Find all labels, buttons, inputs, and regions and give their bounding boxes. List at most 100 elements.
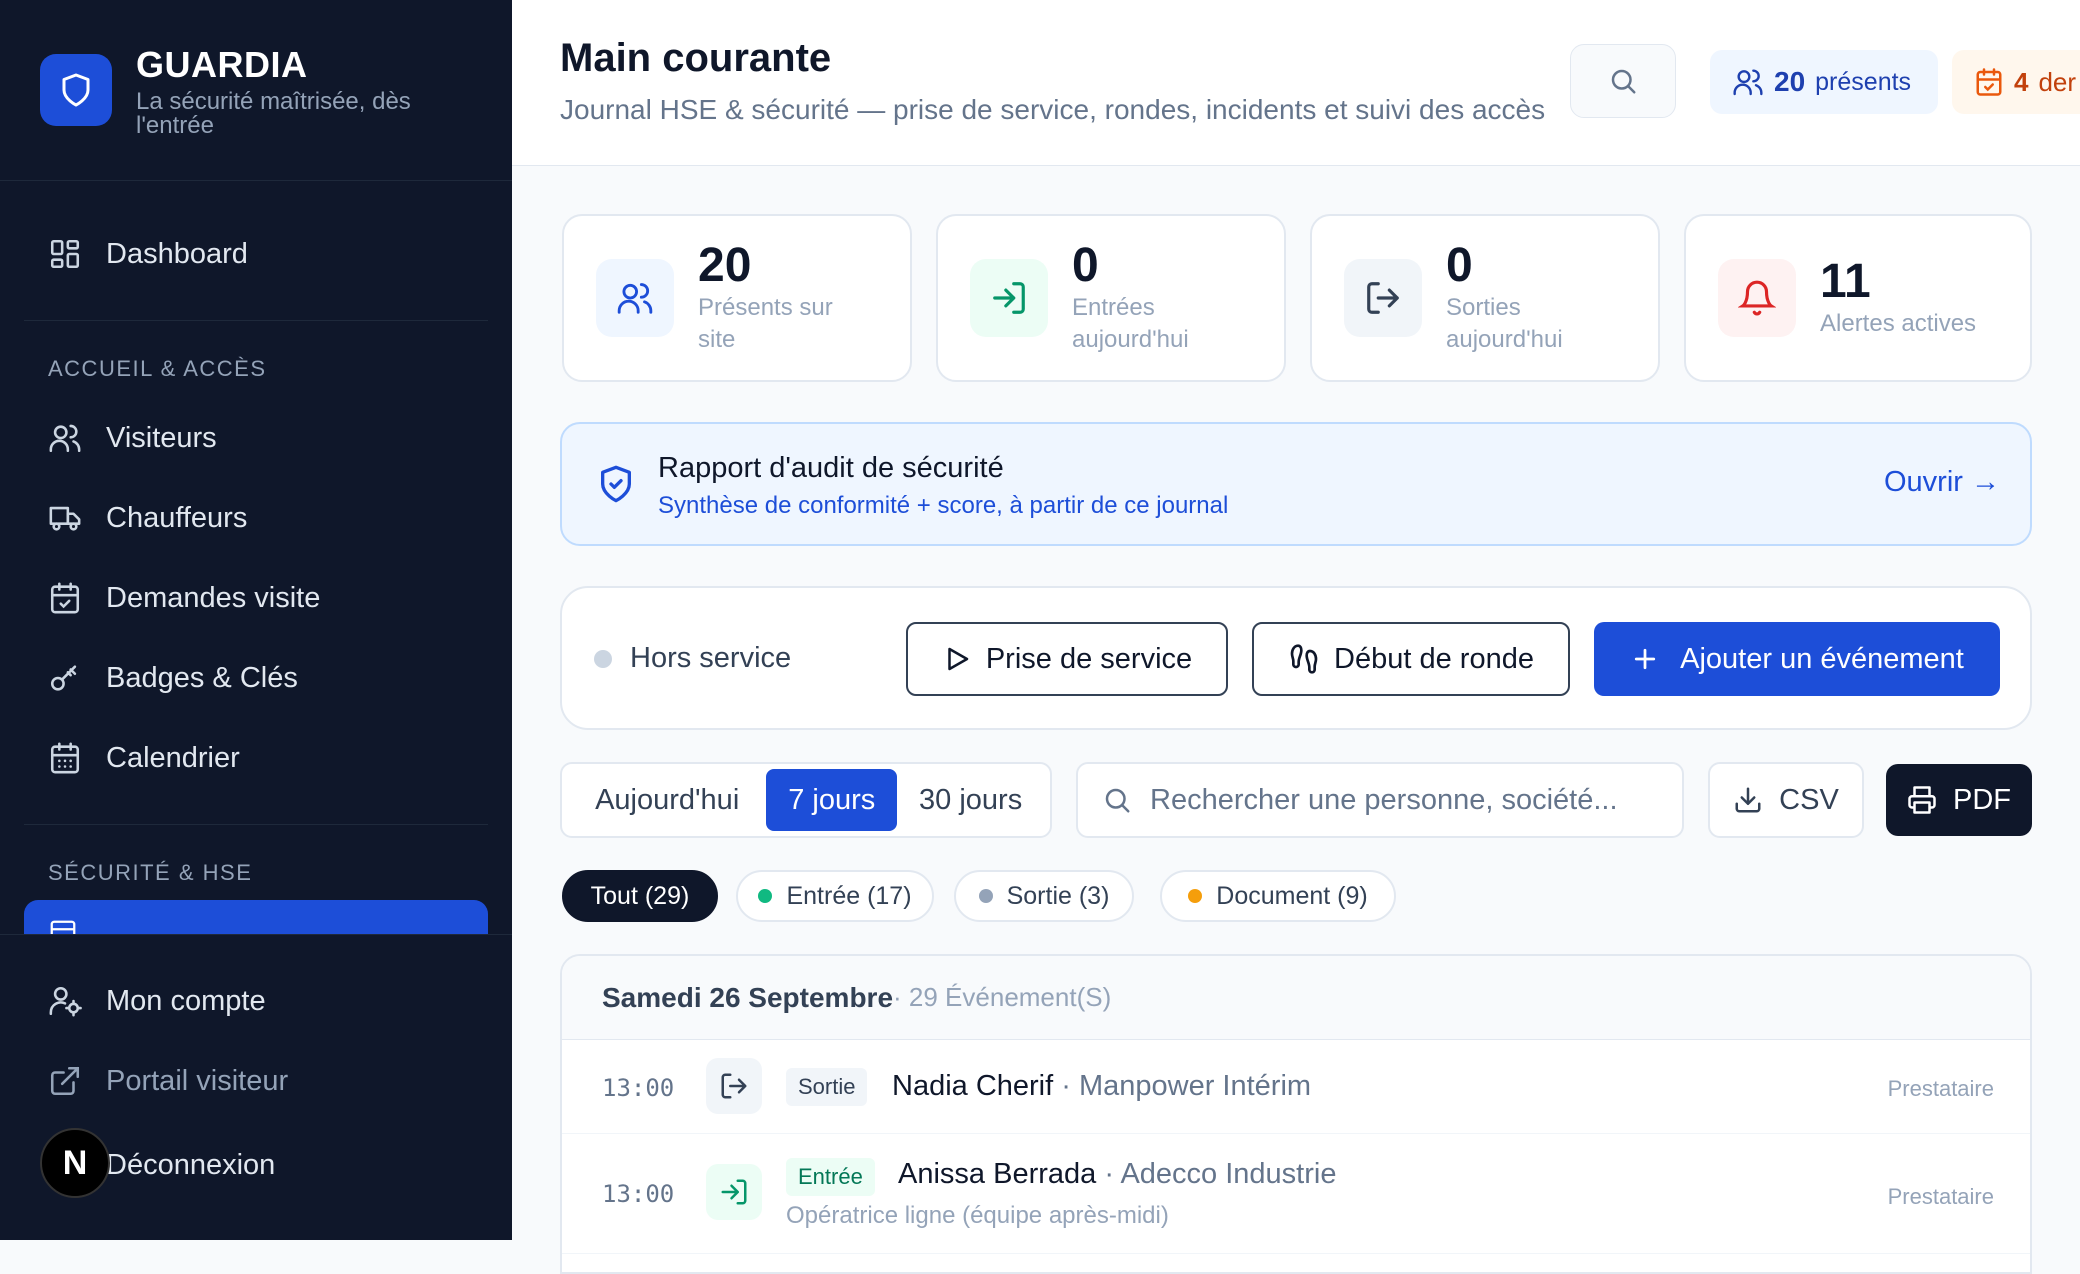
user-cog-icon [49,986,82,1017]
sidebar-item-label: Portail visiteur [106,1064,289,1097]
dev-badge[interactable]: N [40,1128,110,1198]
chip-label: Sortie (3) [1006,881,1110,910]
event-type-badge: Entrée [786,1158,875,1196]
period-30-days[interactable]: 30 jours [897,769,1044,831]
sidebar-item-label: Badges & Clés [106,661,298,694]
sidebar-item-calendrier[interactable]: Calendrier [24,726,488,790]
search-icon [1105,788,1130,813]
key-icon [50,665,77,691]
demand-count-badge[interactable]: 4 der [1952,50,2080,114]
person-name: Anissa Berrada [898,1158,1097,1190]
sidebar-item-label: Dashboard [106,237,248,270]
stat-label: Sorties aujourd'hui [1446,294,1563,353]
filter-chip-document[interactable]: Document (9) [1160,870,1396,922]
log-out-icon [706,1058,762,1114]
audit-banner[interactable]: Rapport d'audit de sécurité Synthèse de … [560,422,2032,546]
chip-label: Document (9) [1216,881,1368,910]
person-company: · Adecco Industrie [1096,1158,1337,1190]
event-person: Nadia Cherif · Manpower Intérim [892,1070,1311,1103]
feed-count: · 29 Événement(S) [893,982,1112,1012]
stat-value: 11 [1820,255,1871,308]
search-button[interactable] [1570,44,1676,118]
add-event-label: Ajouter un événement [1680,642,1964,675]
footprints-icon [1290,644,1318,674]
sidebar-item-chauffeurs[interactable]: Chauffeurs [24,486,488,550]
calendar-icon [50,742,80,774]
sidebar-item-mon-compte[interactable]: Mon compte [24,969,488,1033]
calendar-check-icon [50,582,80,614]
period-7-days[interactable]: 7 jours [766,769,898,831]
sidebar-item-portail-visiteur[interactable]: Portail visiteur [24,1049,488,1113]
audit-subtitle: Synthèse de conformité + score, à partir… [658,492,1229,519]
topbar: Main courante Journal HSE & sécurité — p… [512,0,2080,166]
filter-chip-all[interactable]: Tout (29) [562,870,718,922]
external-link-icon [50,1066,80,1096]
sidebar-item-label: Visiteurs [106,421,217,454]
sidebar-item-visiteurs[interactable]: Visiteurs [24,406,488,470]
period-today[interactable]: Aujourd'hui [568,769,766,831]
sidebar-item-demandes-visite[interactable]: Demandes visite [24,566,488,630]
page-subtitle: Journal HSE & sécurité — prise de servic… [560,94,1546,125]
person-role: Prestataire [1887,1184,1994,1209]
brand: GUARDIA La sécurité maîtrisée, dès l'ent… [40,44,436,138]
filter-chip-entree[interactable]: Entrée (17) [736,870,934,922]
bell-icon [1718,259,1796,337]
audit-open-link[interactable]: Ouvrir → [1884,466,2000,499]
plus-icon [1635,648,1656,670]
search-icon [1611,69,1636,94]
users-icon [1733,69,1763,96]
sidebar-item-label: Calendrier [106,741,240,774]
stat-label: Entrées aujourd'hui [1072,294,1189,353]
export-pdf-button[interactable]: PDF [1886,764,2032,836]
stat-card-presents: 20 Présents sur site [562,214,912,382]
start-service-button[interactable]: Prise de service [906,622,1228,696]
status-dot [594,649,612,668]
sidebar-item-badges-cles[interactable]: Badges & Clés [24,646,488,710]
sidebar-divider [24,320,488,321]
status-dot [978,889,993,903]
sidebar-item-dashboard[interactable]: Dashboard [24,222,488,286]
log-out-icon [1344,259,1422,337]
stat-card-sorties: 0 Sorties aujourd'hui [1310,214,1660,382]
sidebar-section-access: ACCUEIL & ACCÈS [48,356,267,381]
stat-card-entrees: 0 Entrées aujourd'hui [936,214,1286,382]
sidebar-item-label: Demandes visite [106,581,321,614]
period-selector: Aujourd'hui 7 jours 30 jours [560,762,1052,838]
start-service-label: Prise de service [985,642,1193,675]
stat-value: 0 [1446,239,1473,292]
brand-name: GUARDIA [136,44,308,85]
add-event-button[interactable]: Ajouter un événement [1594,622,2000,696]
stat-value: 20 [698,239,752,292]
status-dot [1188,889,1203,903]
person-company: · Manpower Intérim [1053,1070,1312,1102]
download-icon [1735,787,1761,813]
users-icon [49,424,81,453]
pdf-label: PDF [1953,783,2011,816]
filter-chip-sortie[interactable]: Sortie (3) [954,870,1134,922]
table-row[interactable]: 13:00 Entrée Anissa Berrada · Adecco Ind… [562,1134,2030,1254]
dashboard-icon [50,239,80,269]
audit-title: Rapport d'audit de sécurité [658,452,1004,484]
demand-count: 4 [2014,66,2029,97]
export-csv-button[interactable]: CSV [1708,762,1864,838]
table-row[interactable]: 13:00 Sortie Nadia Cherif · Manpower Int… [562,1040,2030,1134]
event-type-badge: Sortie [786,1068,868,1106]
present-count-badge[interactable]: 20 présents [1710,50,1938,114]
sidebar-divider [0,180,512,181]
person-name: Nadia Cherif [892,1070,1054,1102]
sidebar: GUARDIA La sécurité maîtrisée, dès l'ent… [0,0,512,1240]
sidebar-item-label: Mon compte [106,984,266,1017]
stat-value: 0 [1072,239,1099,292]
users-icon [596,259,674,337]
stat-card-alertes: 11 Alertes actives [1684,214,2032,382]
sidebar-item-label: Chauffeurs [106,501,248,534]
brand-tagline: La sécurité maîtrisée, dès l'entrée [136,88,411,139]
search-input[interactable] [1150,783,1650,817]
stat-label: Alertes actives [1820,310,1977,337]
sidebar-item-main-courante[interactable] [24,900,488,946]
service-status: Hors service [594,642,791,675]
play-icon [948,647,969,671]
event-time: 13:00 [602,1180,675,1208]
start-round-button[interactable]: Début de ronde [1252,622,1570,696]
csv-label: CSV [1779,783,1839,816]
